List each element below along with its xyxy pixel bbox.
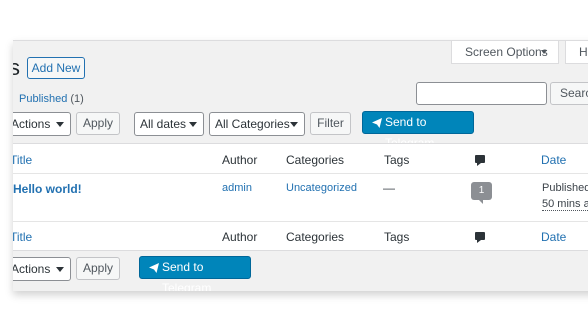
status-filter-published[interactable]: Published (1) <box>19 93 84 105</box>
column-categories-header: Categories <box>286 153 345 167</box>
search-input[interactable] <box>416 82 547 105</box>
header-divider <box>13 173 588 174</box>
comment-icon[interactable] <box>475 155 485 166</box>
send-to-telegram-label-bottom: Send to Telegram <box>162 260 212 291</box>
comment-icon[interactable] <box>475 232 485 243</box>
search-button-label: Searc <box>560 86 588 100</box>
column-date-header[interactable]: Date <box>541 153 566 167</box>
bulk-actions-select-bottom[interactable]: Actions <box>13 257 71 281</box>
column-author-footer: Author <box>222 230 258 244</box>
posts-admin-screen: Screen Options H s Add New Published (1)… <box>13 40 588 291</box>
help-tab[interactable]: H <box>565 41 588 64</box>
screen-options-tab[interactable]: Screen Options <box>451 41 559 64</box>
category-filter-select[interactable]: All Categories <box>209 112 305 136</box>
post-tags: — <box>383 181 395 195</box>
comment-count-bubble[interactable]: 1 <box>471 182 492 204</box>
column-tags-header: Tags <box>384 153 410 167</box>
bulk-actions-value-bottom: Actions <box>13 262 51 276</box>
add-new-button[interactable]: Add New <box>27 57 85 79</box>
search-button[interactable]: Searc <box>550 82 588 105</box>
posts-table: Title Author Categories Tags Date Hello … <box>13 143 588 251</box>
send-to-telegram-button-bottom[interactable]: Send to Telegram <box>139 256 251 291</box>
chevron-down-icon <box>290 122 298 127</box>
filter-button[interactable]: Filter <box>310 112 351 135</box>
category-filter-value: All Categories <box>215 117 290 131</box>
post-category-link[interactable]: Uncategorized <box>286 182 357 194</box>
column-date-footer[interactable]: Date <box>541 230 566 244</box>
post-title-link[interactable]: Hello world! <box>13 182 82 196</box>
date-filter-value: All dates <box>140 117 187 131</box>
bulk-actions-select[interactable]: Actions <box>13 112 71 136</box>
send-to-telegram-button[interactable]: Send to Telegram <box>362 111 474 150</box>
row-divider <box>13 221 588 222</box>
screen-options-label: Screen Options <box>465 45 548 59</box>
apply-button[interactable]: Apply <box>76 112 120 135</box>
column-categories-footer: Categories <box>286 230 345 244</box>
page-title: s <box>13 55 20 81</box>
status-published-label: Published <box>19 93 68 105</box>
chevron-down-icon <box>541 50 547 54</box>
help-label: H <box>579 45 588 59</box>
chevron-down-icon <box>189 122 197 127</box>
bulk-actions-value: Actions <box>13 117 51 131</box>
telegram-icon <box>149 263 159 273</box>
post-date-value: 50 mins a <box>542 198 588 211</box>
telegram-icon <box>372 118 382 128</box>
column-author-header: Author <box>222 153 258 167</box>
apply-button-bottom[interactable]: Apply <box>76 257 120 280</box>
column-title-footer[interactable]: Title <box>13 230 32 244</box>
column-tags-footer: Tags <box>384 230 410 244</box>
post-date-status: Published <box>542 182 588 194</box>
date-filter-select[interactable]: All dates <box>134 112 204 136</box>
status-published-count: (1) <box>70 93 84 105</box>
chevron-down-icon <box>56 267 64 272</box>
post-author-link[interactable]: admin <box>222 182 252 194</box>
column-title-header[interactable]: Title <box>13 153 32 167</box>
chevron-down-icon <box>56 122 64 127</box>
